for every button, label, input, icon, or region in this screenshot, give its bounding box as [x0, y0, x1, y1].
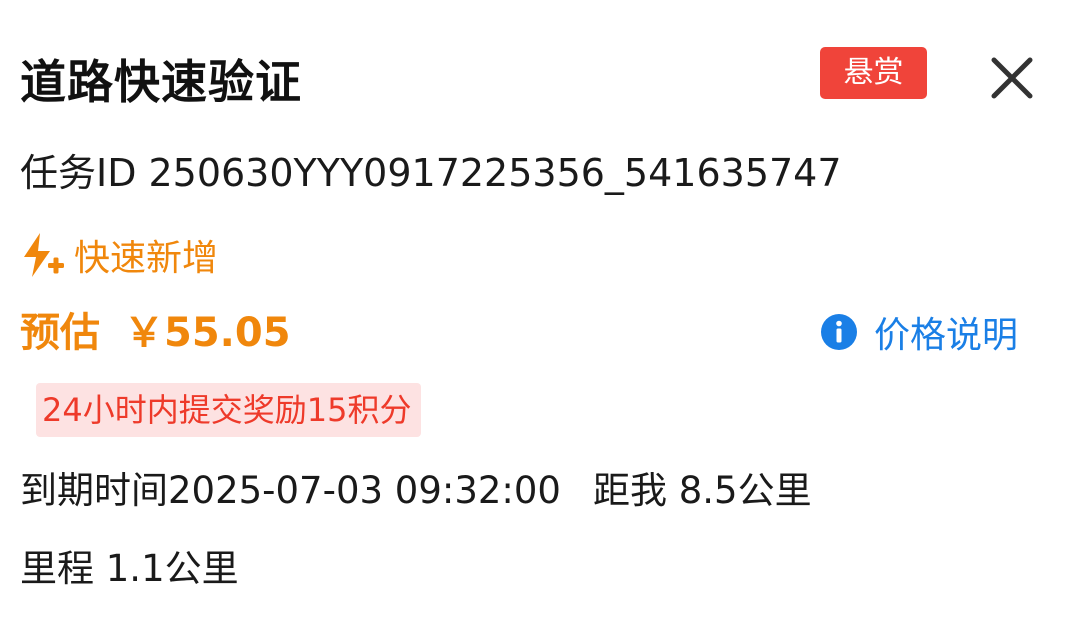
distance-from-me: 距我 8.5公里 [592, 469, 812, 512]
bounty-badge: 悬赏 [820, 47, 927, 99]
close-button[interactable] [984, 50, 1040, 106]
task-card: 道路快速验证 悬赏 任务ID 250630YYY0917225356_541635… [0, 0, 1080, 621]
task-title: 道路快速验证 [20, 55, 302, 109]
close-icon [991, 57, 1033, 99]
task-id-value: 250630YYY0917225356_541635747 [148, 151, 842, 195]
expire-row: 到期时间2025-07-03 09:32:00 距我 8.5公里 [20, 464, 812, 518]
reward-badge: 24小时内提交奖励15积分 [36, 383, 422, 437]
lightning-plus-icon [24, 233, 64, 277]
mileage: 里程 1.1公里 [20, 547, 239, 590]
task-id-row: 任务ID 250630YYY0917225356_541635747 [20, 146, 842, 200]
estimate-price: 预估 ￥55.05 [20, 306, 291, 360]
task-type-tag: 快速新增 [18, 228, 218, 282]
price-explanation-link[interactable]: 价格说明 [820, 304, 1018, 360]
task-type-label: 快速新增 [74, 238, 219, 279]
info-icon [821, 314, 857, 350]
expire-time: 到期时间2025-07-03 09:32:00 [20, 469, 561, 512]
estimate-label: 预估 [20, 310, 100, 356]
task-id-label: 任务ID [20, 151, 137, 195]
price-explanation-label: 价格说明 [874, 315, 1019, 356]
estimate-value: ￥55.05 [124, 310, 291, 356]
